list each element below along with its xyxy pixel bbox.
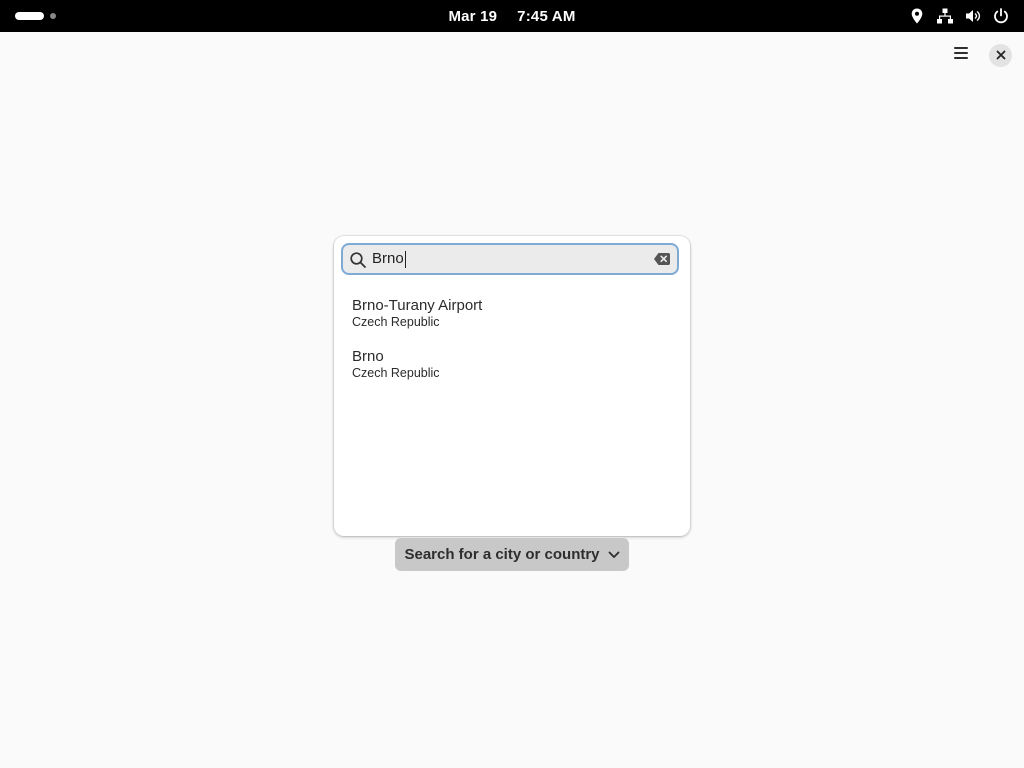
clock[interactable]: Mar 19 7:45 AM xyxy=(0,0,1024,32)
top-bar: Mar 19 7:45 AM xyxy=(0,0,1024,32)
search-input[interactable]: Brno xyxy=(372,245,406,273)
result-country-name: Czech Republic xyxy=(352,366,440,380)
search-results-list: Brno-Turany Airport Czech Republic Brno … xyxy=(334,292,690,394)
location-search-button-label: Search for a city or country xyxy=(404,546,600,563)
result-country-name: Czech Republic xyxy=(352,315,440,329)
network-icon xyxy=(936,7,954,25)
result-city-name: Brno-Turany Airport xyxy=(352,297,483,314)
chevron-down-icon xyxy=(608,546,620,563)
search-result-item[interactable]: Brno Czech Republic xyxy=(334,343,690,394)
search-icon xyxy=(349,251,367,269)
location-search-button[interactable]: Search for a city or country xyxy=(395,538,629,571)
clock-date: Mar 19 xyxy=(448,7,498,25)
system-tray[interactable] xyxy=(908,7,1010,25)
main-menu-button[interactable] xyxy=(947,42,975,68)
location-icon xyxy=(908,7,926,25)
close-icon xyxy=(996,47,1006,65)
clock-time: 7:45 AM xyxy=(517,7,576,25)
search-result-item[interactable]: Brno-Turany Airport Czech Republic xyxy=(334,292,690,343)
close-window-button[interactable] xyxy=(989,44,1012,67)
result-city-name: Brno xyxy=(352,348,384,365)
location-search-popover: Brno Brno-Turany Airport Czech Republic … xyxy=(334,236,690,536)
text-caret xyxy=(404,250,406,268)
power-icon xyxy=(992,7,1010,25)
volume-icon xyxy=(964,7,982,25)
search-field[interactable]: Brno xyxy=(341,243,679,275)
weather-app-window: Brno Brno-Turany Airport Czech Republic … xyxy=(0,32,1024,768)
hamburger-menu-icon xyxy=(953,46,969,65)
clear-text-icon[interactable] xyxy=(653,251,671,267)
search-input-value: Brno xyxy=(372,250,404,267)
